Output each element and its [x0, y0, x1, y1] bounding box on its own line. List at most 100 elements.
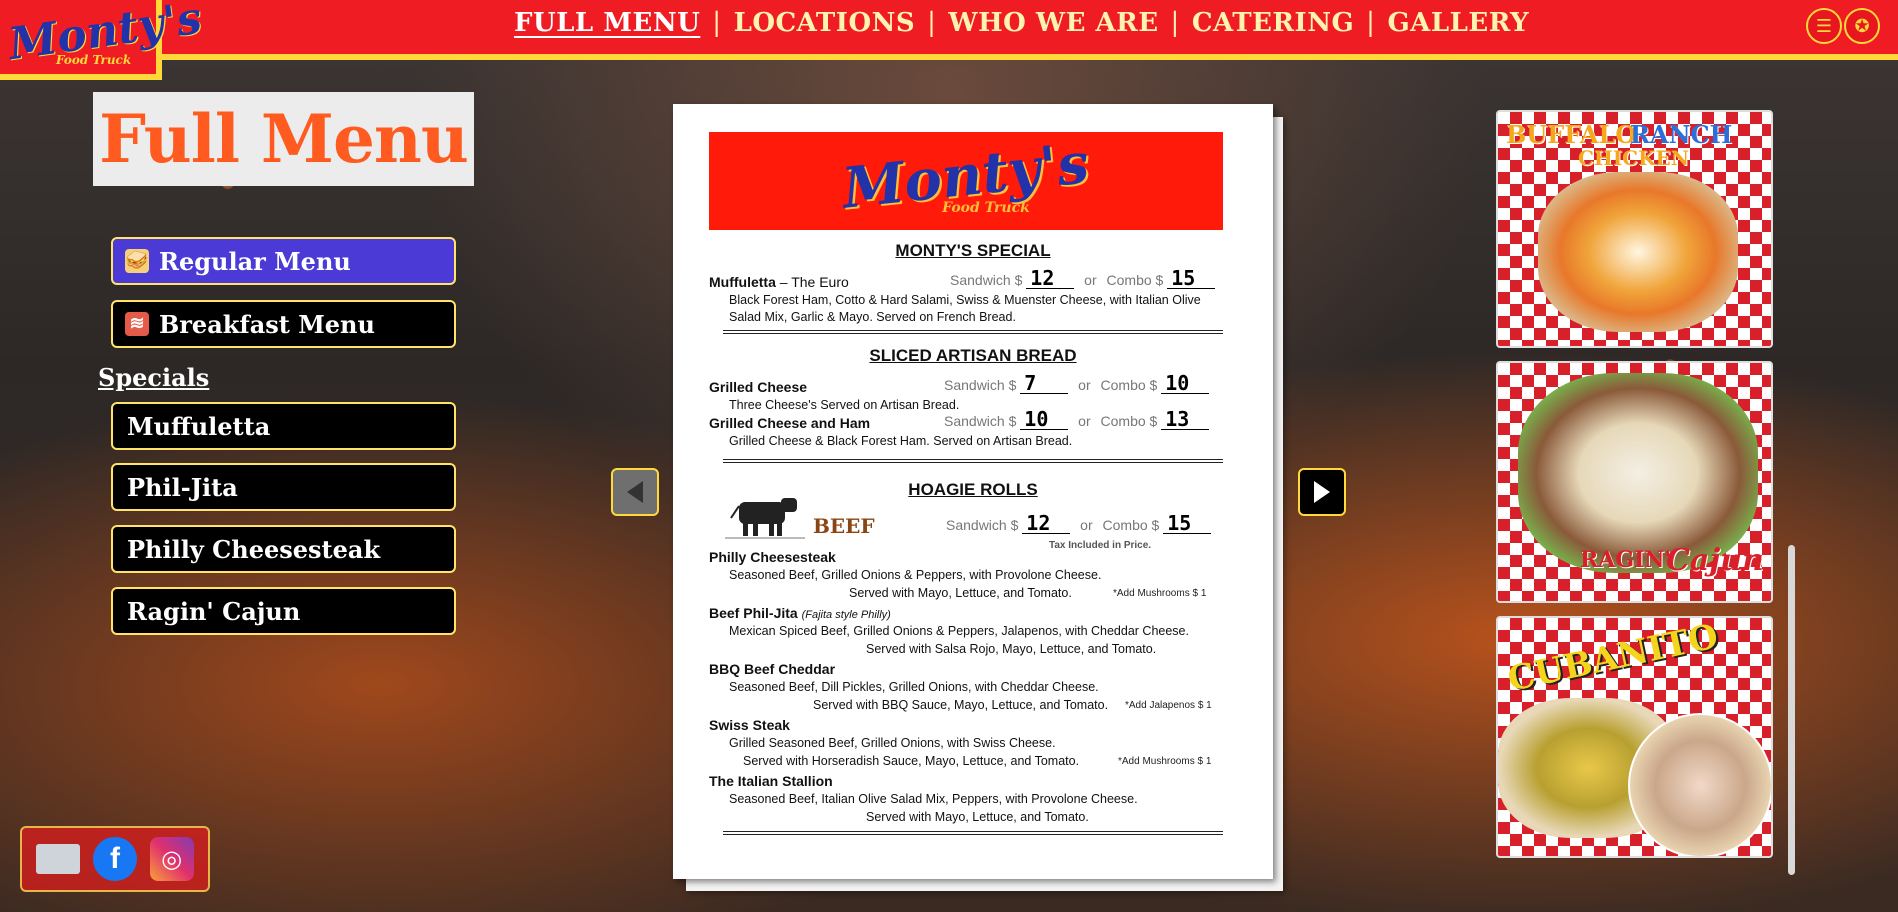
combo-label: Combo $ [1100, 377, 1158, 393]
special-philly-cheesesteak-button[interactable]: Philly Cheesesteak [111, 525, 456, 573]
item-desc: Served with Mayo, Lettuce, and Tomato. [866, 810, 1089, 824]
burger-icon[interactable]: ☰ [1806, 8, 1842, 44]
email-icon[interactable] [36, 844, 81, 874]
special-label: Phil-Jita [127, 472, 238, 502]
combo-price: 10 [1161, 373, 1210, 394]
menu-item-italian-stallion: The Italian Stallion [709, 773, 1229, 789]
special-label: Ragin' Cajun [127, 596, 301, 626]
item-name: The Italian Stallion [709, 773, 833, 789]
price-line: Sandwich $ 10 or Combo $ 13 [944, 409, 1210, 430]
regular-menu-label: Regular Menu [159, 246, 351, 276]
addon-note: *Add Mushrooms $ 1 [1118, 756, 1212, 767]
or-label: or [1080, 517, 1093, 533]
beef-label: BEEF [813, 514, 875, 538]
sandwich-label: Sandwich $ [950, 272, 1023, 288]
gallery-caption: Cajun [1666, 543, 1764, 578]
combo-label: Combo $ [1100, 413, 1158, 429]
combo-price: 15 [1167, 268, 1216, 289]
top-nav-bar: FULL MENU | LOCATIONS | WHO WE ARE | CAT… [0, 0, 1898, 60]
item-name: Beef Phil-Jita [709, 605, 798, 621]
sandwich-price: 12 [1026, 268, 1075, 289]
nav-locations[interactable]: LOCATIONS [734, 8, 916, 38]
sandwich-price: 12 [1022, 513, 1071, 534]
nav-separator: | [1170, 8, 1180, 38]
section-title-artisan: SLICED ARTISAN BREAD [869, 346, 1077, 365]
special-muffuletta-button[interactable]: Muffuletta [111, 402, 456, 450]
item-desc: Three Cheese's Served on Artisan Bread. [729, 398, 960, 412]
item-note: (Fajita style Philly) [801, 609, 891, 621]
special-label: Muffuletta [127, 411, 271, 441]
menu-item-philly-cheesesteak: Philly Cheesesteak [709, 549, 1229, 565]
combo-price: 13 [1161, 409, 1210, 430]
food-photo [1538, 172, 1738, 332]
gallery-image-cubanito[interactable]: CUBANITO [1496, 616, 1773, 858]
addon-note: *Add Mushrooms $ 1 [1113, 588, 1207, 599]
menu-item-bbq-beef-cheddar: BBQ Beef Cheddar [709, 661, 1229, 677]
nav-separator: | [1366, 8, 1376, 38]
item-desc: Seasoned Beef, Italian Olive Salad Mix, … [729, 792, 1138, 806]
breakfast-menu-button[interactable]: ≋ Breakfast Menu [111, 300, 456, 348]
item-desc: Grilled Cheese & Black Forest Ham. Serve… [729, 434, 1073, 448]
cow-icon [725, 498, 805, 539]
nav-icons: ☰ ✪ [1806, 8, 1880, 44]
item-desc: Black Forest Ham, Cotto & Hard Salami, S… [729, 293, 1201, 307]
main-nav: FULL MENU | LOCATIONS | WHO WE ARE | CAT… [514, 8, 1529, 38]
item-suffix: – The Euro [775, 274, 849, 290]
arrow-right-icon [1314, 481, 1330, 503]
sandwich-label: Sandwich $ [944, 413, 1017, 429]
nav-catering[interactable]: CATERING [1192, 8, 1354, 38]
sandwich-price: 10 [1020, 409, 1069, 430]
site-logo[interactable]: Monty's Food Truck [0, 0, 205, 80]
item-name: BBQ Beef Cheddar [709, 661, 836, 677]
section-title-special: MONTY'S SPECIAL [895, 241, 1051, 260]
nav-who-we-are[interactable]: WHO WE ARE [948, 8, 1158, 38]
sandwich-label: Sandwich $ [946, 517, 1019, 533]
next-page-button[interactable] [1298, 468, 1346, 516]
breakfast-menu-label: Breakfast Menu [159, 309, 375, 339]
item-name: Philly Cheesesteak [709, 549, 836, 565]
combo-price: 15 [1163, 513, 1212, 534]
gallery-caption: RANCH [1630, 120, 1733, 149]
nav-separator: | [712, 8, 722, 38]
item-desc: Mexican Spiced Beef, Grilled Onions & Pe… [729, 624, 1189, 638]
page-title: Full Menu [99, 100, 469, 178]
gallery-caption: CUBANITO [1504, 616, 1722, 700]
prev-page-button[interactable] [611, 468, 659, 516]
gallery-image-buffalo-ranch[interactable]: BUFFALO RANCH CHICKEN [1496, 110, 1773, 348]
or-label: or [1078, 377, 1091, 393]
gallery-caption: RAGIN' [1580, 547, 1672, 573]
combo-label: Combo $ [1106, 272, 1164, 288]
item-desc: Seasoned Beef, Dill Pickles, Grilled Oni… [729, 680, 1099, 694]
item-desc: Seasoned Beef, Grilled Onions & Peppers,… [729, 568, 1102, 582]
sandwich-icon: 🥪 [125, 249, 149, 273]
sandwich-label: Sandwich $ [944, 377, 1017, 393]
logo-subtext: Food Truck [56, 53, 132, 67]
instagram-icon[interactable]: ◎ [149, 837, 194, 881]
regular-menu-button[interactable]: 🥪 Regular Menu [111, 237, 456, 285]
special-ragin-cajun-button[interactable]: Ragin' Cajun [111, 587, 456, 635]
price-line: Sandwich $ 12 or Combo $ 15 [950, 268, 1216, 289]
nav-separator: | [927, 8, 937, 38]
social-links: f ◎ [20, 826, 210, 892]
scrollbar[interactable] [1788, 545, 1795, 875]
arrow-left-icon [627, 481, 643, 503]
item-name: Swiss Steak [709, 717, 790, 733]
item-desc: Served with Horseradish Sauce, Mayo, Let… [743, 754, 1080, 768]
facebook-icon[interactable]: f [92, 837, 137, 881]
item-name: Muffuletta [709, 274, 776, 290]
gallery-image-ragin-cajun[interactable]: RAGIN' Cajun [1496, 361, 1773, 603]
or-label: or [1084, 272, 1097, 288]
menu-item-swiss-steak: Swiss Steak [709, 717, 1229, 733]
price-line: Sandwich $ 7 or Combo $ 10 [944, 373, 1210, 394]
divider [723, 459, 1223, 463]
page-title-panel: Full Menu [93, 92, 474, 186]
menu-page: Monty's Food Truck MONTY'S SPECIAL Muffu… [673, 104, 1273, 879]
badge-icon[interactable]: ✪ [1844, 8, 1880, 44]
item-desc: Served with Mayo, Lettuce, and Tomato. [849, 586, 1072, 600]
item-name: Grilled Cheese [709, 379, 808, 395]
nav-full-menu[interactable]: FULL MENU [514, 8, 700, 38]
nav-gallery[interactable]: GALLERY [1387, 8, 1529, 38]
or-label: or [1078, 413, 1091, 429]
special-phil-jita-button[interactable]: Phil-Jita [111, 463, 456, 511]
menu-banner: Monty's Food Truck [709, 130, 1223, 230]
